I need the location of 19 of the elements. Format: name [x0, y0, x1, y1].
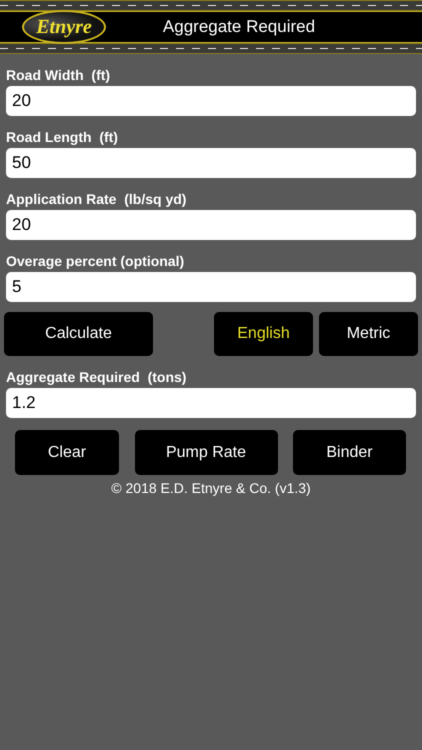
screen-title: Aggregate Required: [162, 17, 316, 37]
field-label: Overage percent (optional): [6, 252, 186, 270]
action-button[interactable]: Clear: [15, 430, 119, 475]
action-button[interactable]: Pump Rate: [134, 430, 278, 475]
copyright-text: © 2018 E.D. Etnyre & Co. (v1.3): [110, 480, 312, 496]
field-label: Road Length (ft): [6, 128, 119, 146]
field-label: Road Width (ft): [6, 66, 112, 84]
input-field[interactable]: 20: [6, 86, 416, 116]
input-field[interactable]: 20: [6, 210, 416, 240]
field-label: Application Rate (lb/sq yd): [6, 190, 188, 208]
result-field[interactable]: 1.2: [6, 388, 416, 418]
calculate-button[interactable]: Calculate: [4, 312, 153, 356]
logo: Etnyre: [22, 10, 106, 44]
unit-button[interactable]: English: [214, 312, 313, 356]
input-field[interactable]: 50: [6, 148, 416, 178]
unit-button[interactable]: Metric: [319, 312, 418, 356]
action-button[interactable]: Binder: [293, 430, 406, 475]
result-label: Aggregate Required (tons): [6, 368, 188, 386]
input-field[interactable]: 5: [6, 272, 416, 302]
